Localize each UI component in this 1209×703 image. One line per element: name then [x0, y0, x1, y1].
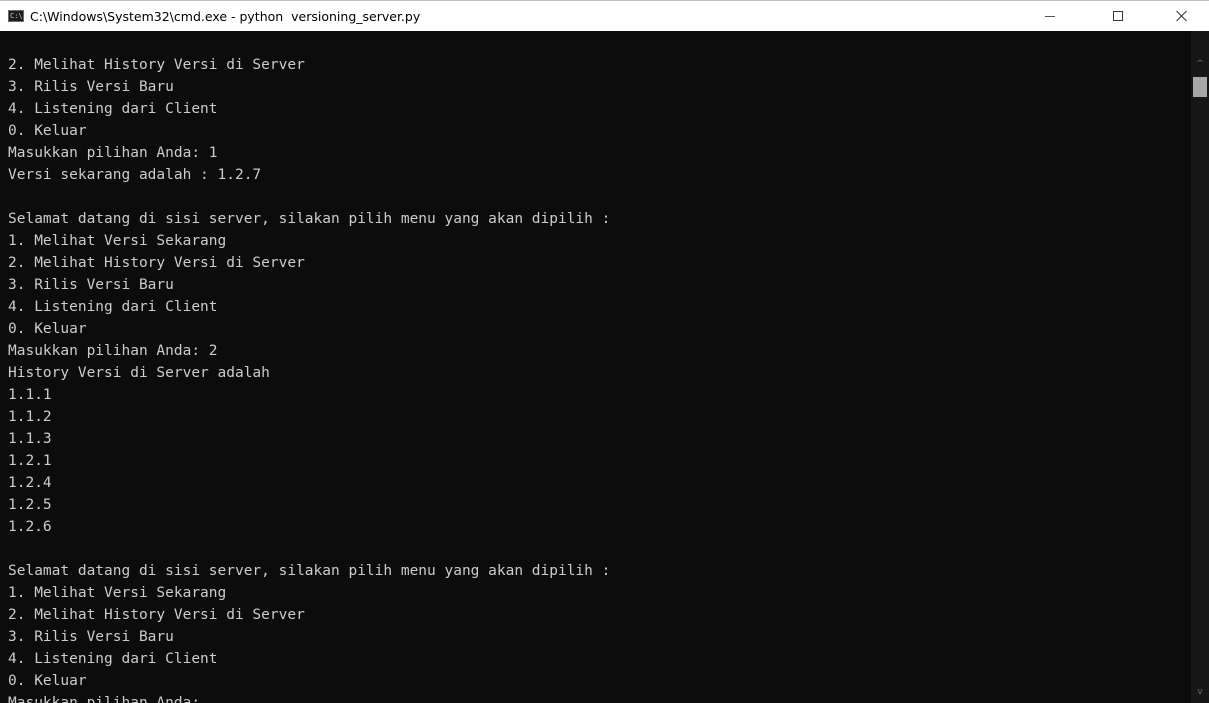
- title-bar[interactable]: C:\ C:\Windows\System32\cmd.exe - python…: [0, 1, 1209, 31]
- console-output[interactable]: 2. Melihat History Versi di Server 3. Ri…: [8, 54, 1188, 703]
- console-line: 3. Rilis Versi Baru: [8, 629, 174, 645]
- console-line: 1. Melihat Versi Sekarang: [8, 585, 227, 601]
- console-line: 1.2.4: [8, 475, 52, 491]
- console-line: 4. Listening dari Client: [8, 651, 218, 667]
- console-line: 4. Listening dari Client: [8, 299, 218, 315]
- console-line: 0. Keluar: [8, 321, 87, 337]
- console-line: 1.2.5: [8, 497, 52, 513]
- console-line: 3. Rilis Versi Baru: [8, 79, 174, 95]
- scroll-up-arrow-icon[interactable]: ^: [1191, 55, 1209, 73]
- console-line: 2. Melihat History Versi di Server: [8, 607, 305, 623]
- console-line: 1.2.1: [8, 453, 52, 469]
- console-line: Masukkan pilihan Anda: 2: [8, 343, 218, 359]
- console-line: Masukkan pilihan Anda: 1: [8, 145, 218, 161]
- console-line: History Versi di Server adalah: [8, 365, 270, 381]
- console-line: 4. Listening dari Client: [8, 101, 218, 117]
- console-line: 0. Keluar: [8, 123, 87, 139]
- maximize-icon: [1113, 11, 1123, 21]
- minimize-icon: [1045, 15, 1055, 17]
- console-line: 1.1.3: [8, 431, 52, 447]
- console-line: 1.2.6: [8, 519, 52, 535]
- console-line: 1.1.1: [8, 387, 52, 403]
- cmd-app-icon[interactable]: C:\: [8, 10, 24, 22]
- vertical-scrollbar[interactable]: ^ v: [1191, 31, 1209, 703]
- scrollbar-thumb[interactable]: [1193, 77, 1207, 97]
- console-line: 2. Melihat History Versi di Server: [8, 255, 305, 271]
- scroll-down-arrow-icon[interactable]: v: [1191, 683, 1209, 701]
- console-line: Selamat datang di sisi server, silakan p…: [8, 563, 611, 579]
- window-title: C:\Windows\System32\cmd.exe - python ver…: [30, 8, 421, 24]
- console-line: 3. Rilis Versi Baru: [8, 277, 174, 293]
- cmd-window: C:\ C:\Windows\System32\cmd.exe - python…: [0, 0, 1209, 703]
- console-line: Versi sekarang adalah : 1.2.7: [8, 167, 262, 183]
- console-prompt-line[interactable]: Masukkan pilihan Anda:: [8, 692, 1188, 703]
- console-line: 0. Keluar: [8, 673, 87, 689]
- console-line: 1.1.2: [8, 409, 52, 425]
- minimize-button[interactable]: [1027, 1, 1073, 31]
- console-line: 2. Melihat History Versi di Server: [8, 57, 305, 73]
- maximize-button[interactable]: [1095, 1, 1141, 31]
- console-line: Selamat datang di sisi server, silakan p…: [8, 211, 611, 227]
- console-line: 1. Melihat Versi Sekarang: [8, 233, 227, 249]
- close-icon: [1176, 10, 1188, 22]
- close-button[interactable]: [1159, 1, 1205, 31]
